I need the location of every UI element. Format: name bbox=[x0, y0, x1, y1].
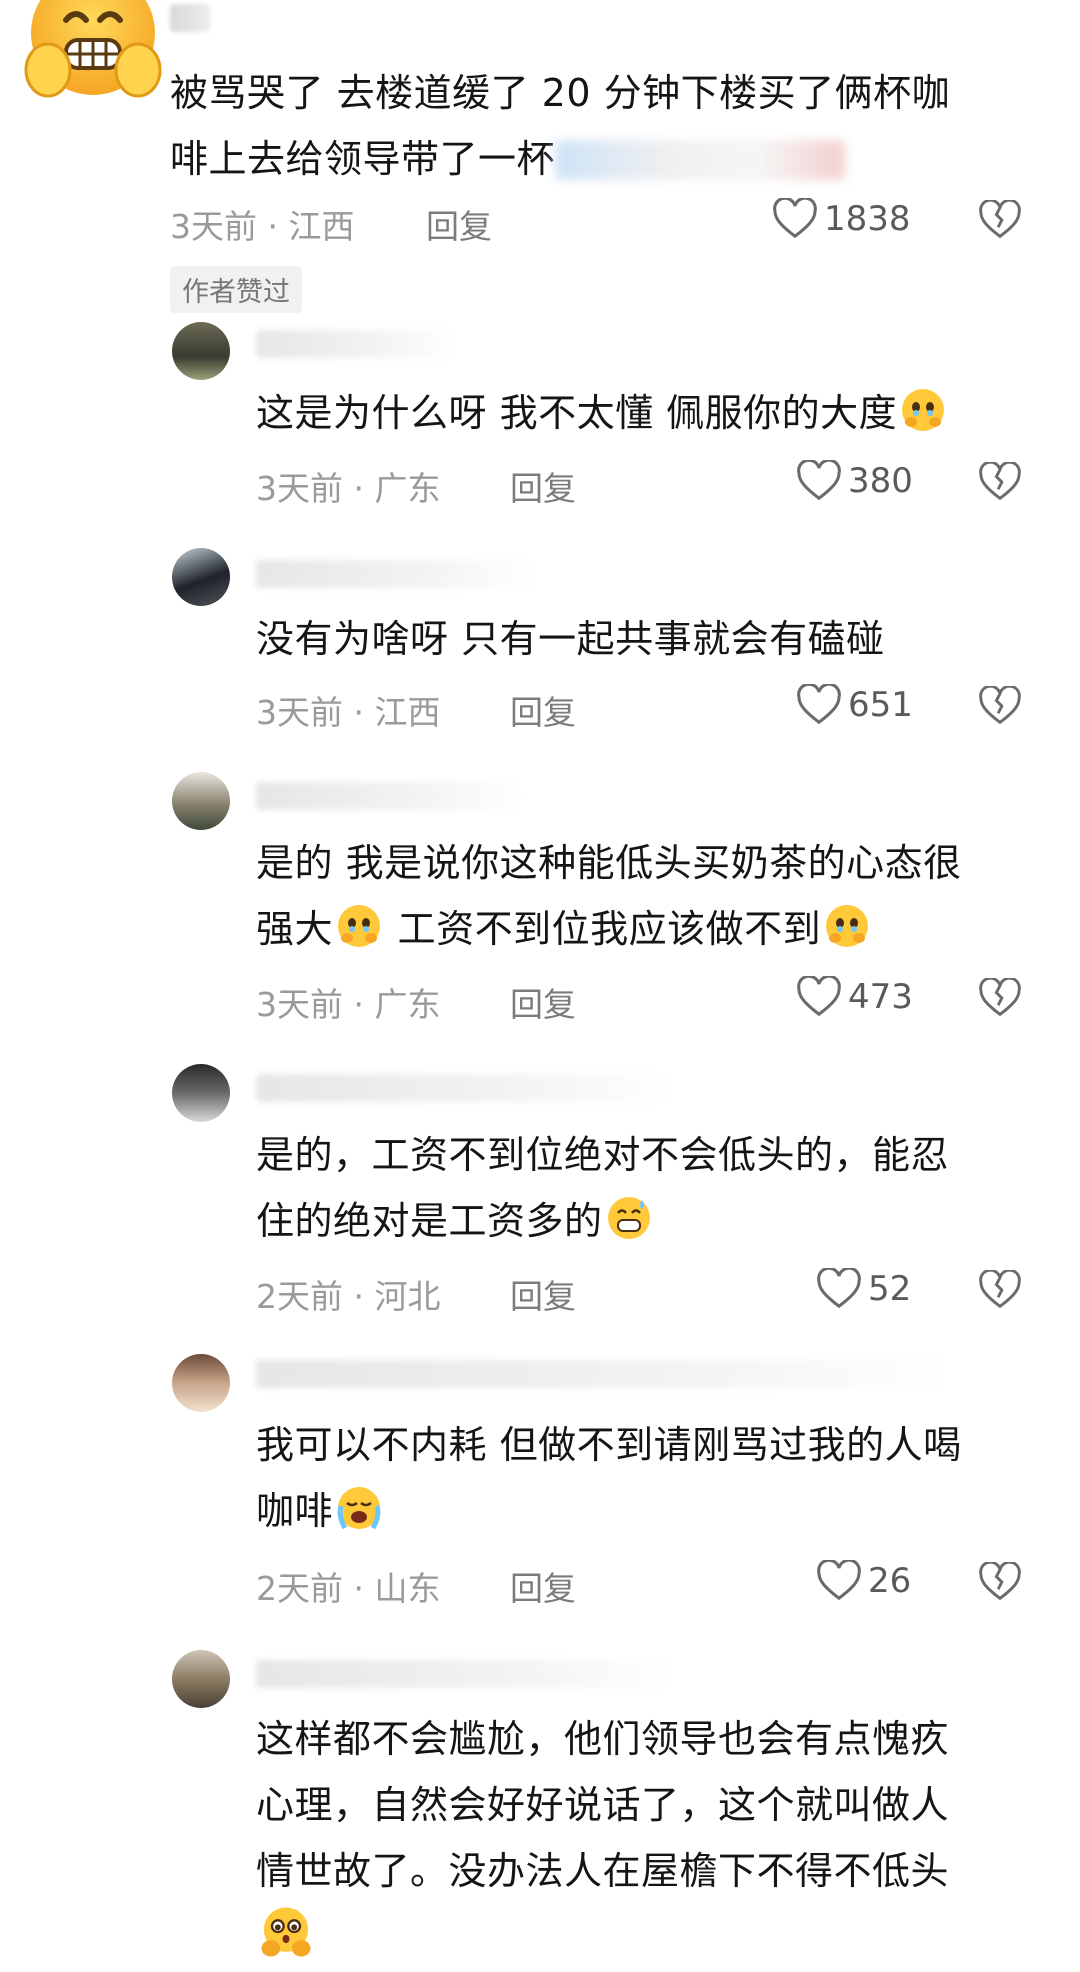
avatar[interactable] bbox=[172, 1354, 230, 1412]
username-blurred bbox=[256, 1660, 676, 1688]
like-count: 26 bbox=[868, 1561, 912, 1601]
broken-heart-icon[interactable] bbox=[978, 1270, 1022, 1310]
comment-text: 被骂哭了 去楼道缓了 20 分钟下楼买了俩杯咖 啡上去给领导带了一杯 bbox=[170, 71, 951, 181]
comment-time-location: 2天前 · 河北 bbox=[256, 1277, 441, 1316]
loudly-crying-emoji-icon bbox=[337, 1487, 381, 1530]
comment-time-location: 2天前 · 山东 bbox=[256, 1569, 441, 1608]
comment-text: 这样都不会尴尬，他们领导也会有点愧疚 心理，自然会好好说话了，这个就叫做人 情世… bbox=[256, 1706, 1056, 1972]
like-button[interactable]: 380 bbox=[796, 460, 913, 502]
like-count: 473 bbox=[848, 977, 913, 1017]
like-button[interactable]: 26 bbox=[816, 1560, 911, 1602]
reply-button[interactable]: 回复 bbox=[426, 200, 492, 248]
broken-heart-icon[interactable] bbox=[978, 686, 1022, 726]
crying-face-emoji-icon bbox=[902, 389, 945, 431]
heart-outline-icon bbox=[797, 460, 841, 501]
reply-button[interactable]: 回复 bbox=[510, 462, 576, 510]
username-blurred bbox=[256, 1360, 956, 1388]
like-count: 380 bbox=[848, 461, 913, 501]
avatar[interactable] bbox=[172, 1650, 230, 1708]
heart-outline-icon bbox=[817, 1268, 861, 1309]
crying-face-emoji-icon bbox=[826, 905, 869, 947]
broken-heart-icon[interactable] bbox=[978, 978, 1022, 1018]
username-blurred bbox=[256, 330, 456, 358]
like-button[interactable]: 651 bbox=[796, 684, 913, 726]
author-liked-badge: 作者赞过 bbox=[170, 266, 302, 313]
reply-button[interactable]: 回复 bbox=[510, 1562, 576, 1610]
like-button[interactable]: 1838 bbox=[772, 198, 911, 240]
like-count: 651 bbox=[848, 685, 913, 725]
broken-heart-icon[interactable] bbox=[978, 1562, 1022, 1602]
avatar[interactable] bbox=[172, 1064, 230, 1122]
comment-time-location: 3天前 · 广东 bbox=[256, 985, 441, 1024]
comment-text: 没有为啥呀 只有一起共事就会有磕碰 bbox=[256, 617, 885, 661]
like-button[interactable]: 473 bbox=[796, 976, 913, 1018]
reply-button[interactable]: 回复 bbox=[510, 686, 576, 734]
comment-time-location: 3天前 · 广东 bbox=[256, 469, 441, 508]
username-blurred bbox=[256, 560, 536, 588]
broken-heart-icon[interactable] bbox=[978, 200, 1022, 240]
reply-button[interactable]: 回复 bbox=[510, 978, 576, 1026]
comment-text: 我可以不内耗 但做不到请刚骂过我的人喝 咖啡 bbox=[256, 1423, 962, 1533]
avatar[interactable] bbox=[172, 548, 230, 606]
comment-time-location: 3天前 · 江西 bbox=[170, 207, 355, 246]
comment-text: 这是为什么呀 我不太懂 佩服你的大度 bbox=[256, 380, 1056, 446]
grimacing-hands-emoji-icon bbox=[24, 0, 162, 98]
avatar[interactable] bbox=[172, 322, 230, 380]
username-blurred bbox=[256, 782, 526, 810]
username-blurred bbox=[256, 1074, 676, 1102]
comment-text: 是的，工资不到位绝对不会低头的，能忍 住的绝对是工资多的 bbox=[256, 1133, 950, 1243]
comment-time-location: 3天前 · 江西 bbox=[256, 693, 441, 732]
crying-face-emoji-icon bbox=[338, 905, 381, 947]
heart-outline-icon bbox=[797, 976, 841, 1017]
heart-outline-icon bbox=[773, 198, 817, 239]
comment-text: 是的 我是说你这种能低头买奶茶的心态很 强大 工资不到位我应该做不到 bbox=[256, 841, 962, 951]
pleading-hands-emoji-icon bbox=[261, 1907, 311, 1957]
heart-outline-icon bbox=[797, 684, 841, 725]
grinning-sweat-emoji-icon bbox=[607, 1197, 650, 1239]
broken-heart-icon[interactable] bbox=[978, 462, 1022, 502]
heart-outline-icon bbox=[817, 1560, 861, 1601]
avatar[interactable] bbox=[172, 772, 230, 830]
like-count: 1838 bbox=[824, 199, 911, 239]
like-button[interactable]: 52 bbox=[816, 1268, 911, 1310]
username-blurred bbox=[170, 4, 210, 32]
reply-button[interactable]: 回复 bbox=[510, 1270, 576, 1318]
blurred-content bbox=[555, 140, 846, 180]
like-count: 52 bbox=[868, 1269, 912, 1309]
